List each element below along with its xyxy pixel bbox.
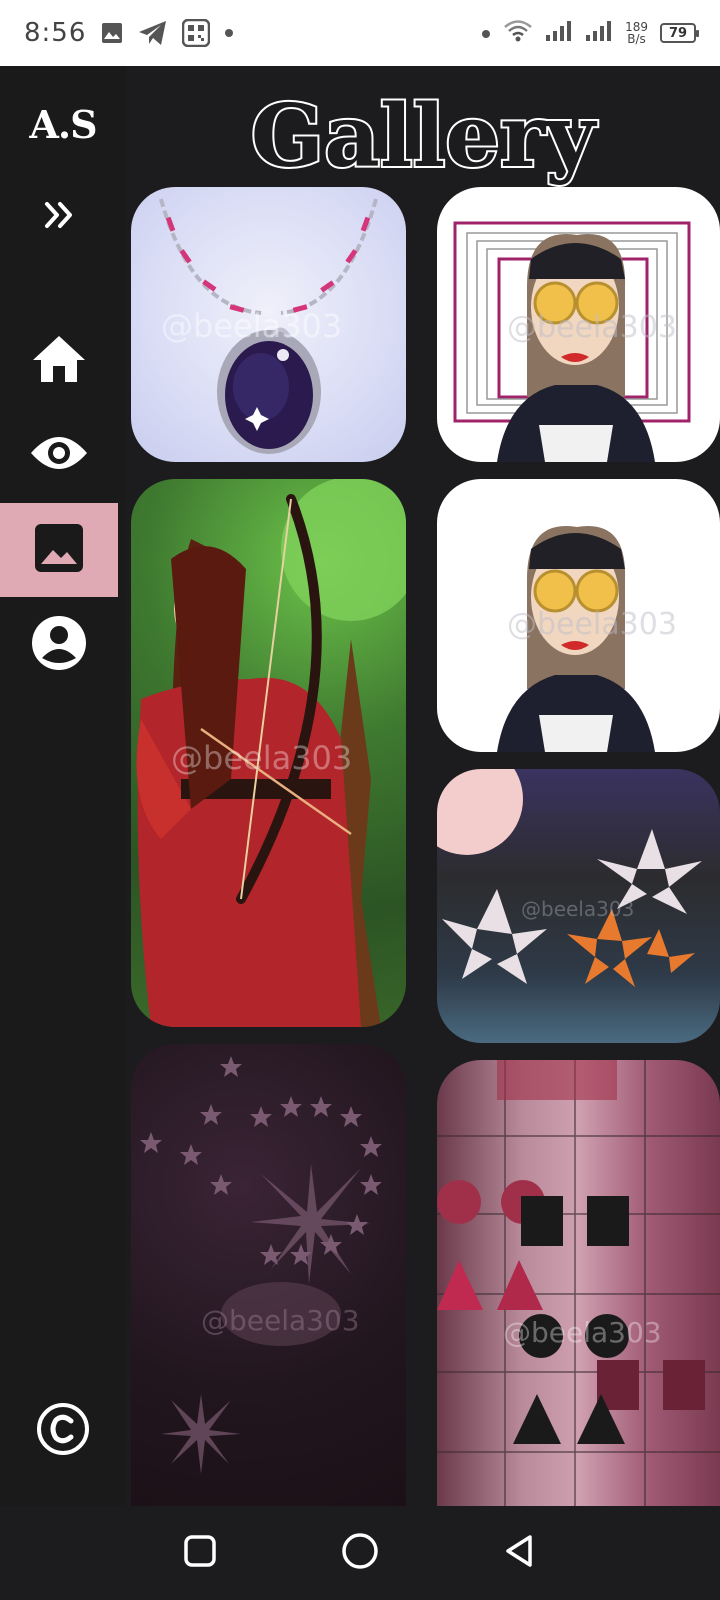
artwork-image: @beela303 bbox=[159, 198, 378, 454]
artwork-image: @beela303 bbox=[437, 1060, 720, 1514]
watermark: @beela303 bbox=[503, 1316, 662, 1349]
home-icon bbox=[31, 334, 87, 388]
page-title-text: Gallery bbox=[251, 86, 599, 187]
logo: A.S bbox=[29, 102, 97, 147]
sidebar-item-home[interactable] bbox=[0, 314, 118, 408]
gallery-item-portrait[interactable]: @beela303 bbox=[437, 479, 720, 752]
recents-button[interactable] bbox=[165, 1518, 235, 1588]
gallery-item-archer[interactable]: @beela303 bbox=[131, 479, 406, 1027]
telegram-icon bbox=[138, 20, 168, 46]
watermark: @beela303 bbox=[201, 1304, 360, 1337]
recents-square-icon bbox=[183, 1534, 217, 1572]
gallery-item-necklace[interactable]: @beela303 bbox=[131, 187, 406, 462]
battery-icon: 79 bbox=[660, 23, 699, 43]
signal-icon-2 bbox=[585, 20, 613, 46]
dot-icon bbox=[224, 28, 234, 38]
page-title-container: Gallery bbox=[126, 80, 720, 190]
screen: 8:56 189 B/s 79 A.S Gallery @beela303 @b… bbox=[0, 0, 720, 1600]
watermark: @beela303 bbox=[507, 607, 677, 642]
home-button[interactable] bbox=[325, 1518, 395, 1588]
battery-level: 79 bbox=[668, 25, 688, 41]
home-circle-icon bbox=[340, 1531, 380, 1575]
sidebar-item-view[interactable] bbox=[0, 408, 118, 502]
signal-icon bbox=[545, 20, 573, 46]
speed-unit: B/s bbox=[627, 32, 646, 46]
image-icon bbox=[35, 524, 83, 576]
back-triangle-icon bbox=[502, 1533, 538, 1573]
dot-icon bbox=[481, 24, 491, 43]
artwork-image: @beela303 bbox=[437, 769, 702, 987]
sidebar: A.S bbox=[0, 66, 126, 1506]
gallery-item-lilies-night[interactable]: @beela303 bbox=[437, 769, 720, 1043]
artwork-image: @beela303 bbox=[140, 1056, 382, 1474]
wifi-icon bbox=[503, 19, 533, 47]
gallery-item-starry-clouds[interactable]: @beela303 bbox=[131, 1044, 406, 1514]
status-bar: 8:56 189 B/s 79 bbox=[0, 0, 720, 66]
watermark: @beela303 bbox=[171, 739, 352, 777]
back-button[interactable] bbox=[485, 1518, 555, 1588]
watermark: @beela303 bbox=[507, 310, 677, 345]
eye-icon bbox=[29, 433, 89, 477]
page-title: Gallery bbox=[249, 84, 601, 189]
sidebar-item-expand[interactable] bbox=[0, 170, 118, 264]
gallery-item-geometric-shapes[interactable]: @beela303 bbox=[437, 1060, 720, 1514]
copyright-icon[interactable] bbox=[36, 1402, 90, 1460]
gallery-item-portrait-frames[interactable]: @beela303 bbox=[437, 187, 720, 462]
watermark: @beela303 bbox=[161, 307, 342, 345]
watermark: @beela303 bbox=[521, 897, 634, 921]
navigation-bar bbox=[0, 1506, 720, 1600]
sidebar-item-profile[interactable] bbox=[0, 598, 118, 692]
double-chevron-right-icon bbox=[43, 199, 75, 235]
qr-icon bbox=[182, 19, 211, 47]
image-icon bbox=[100, 21, 124, 45]
artwork-image: @beela303 bbox=[497, 526, 677, 752]
status-time: 8:56 bbox=[24, 18, 87, 48]
artwork-image: @beela303 bbox=[136, 479, 406, 1027]
artwork-image: @beela303 bbox=[453, 221, 691, 462]
account-circle-icon bbox=[32, 616, 86, 674]
network-speed: 189 B/s bbox=[625, 21, 648, 45]
sidebar-item-gallery[interactable] bbox=[0, 503, 118, 597]
